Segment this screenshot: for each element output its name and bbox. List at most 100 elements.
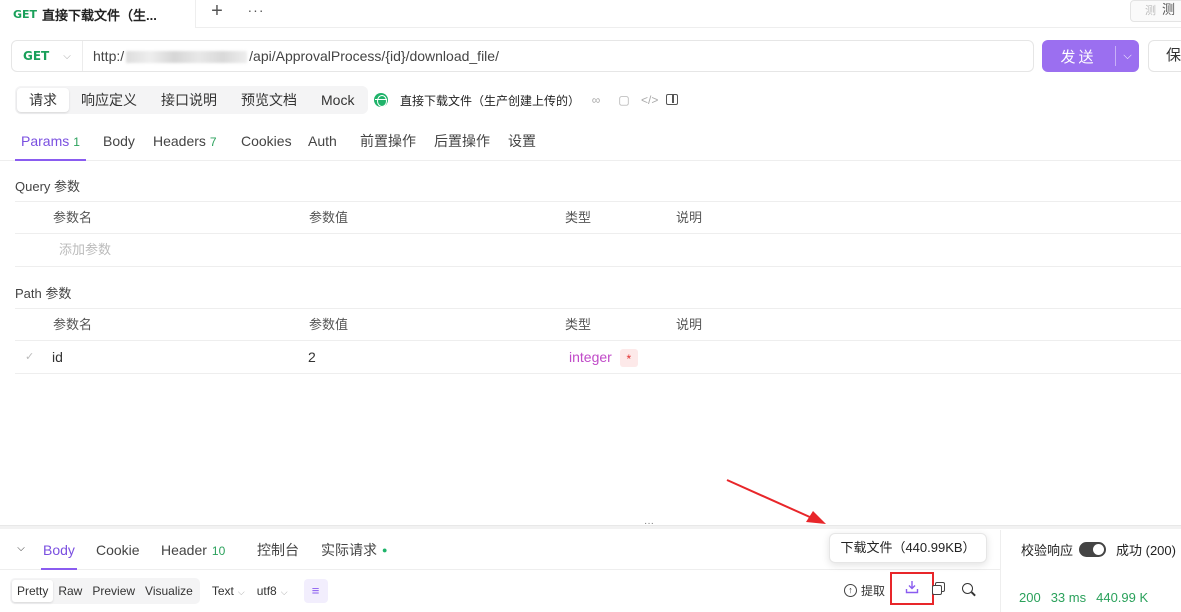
method-select[interactable]: GET ⌵ <box>12 41 83 71</box>
response-metrics: 200 33 ms 440.99 K <box>1019 590 1158 610</box>
tab-post-processors[interactable]: 后置操作 <box>434 121 490 161</box>
column-type: 类型 <box>565 317 592 332</box>
param-name[interactable]: id <box>52 341 63 373</box>
tab-pre-processors[interactable]: 前置操作 <box>360 121 416 161</box>
resp-tab-body[interactable]: Body <box>41 530 77 570</box>
params-count: 1 <box>73 135 80 149</box>
search-icon[interactable] <box>962 583 976 597</box>
encoding-select[interactable]: utf8 ⌵ <box>257 584 288 598</box>
column-value: 参数值 <box>309 317 349 332</box>
column-name: 参数名 <box>53 317 93 332</box>
split-panel-icon[interactable] <box>666 94 678 105</box>
code-icon[interactable]: </> <box>641 93 658 107</box>
required-badge: * <box>619 349 638 368</box>
column-value: 参数值 <box>309 210 349 225</box>
link-icon[interactable]: ∞ <box>589 93 603 107</box>
headers-count: 7 <box>209 135 217 149</box>
copy-icon[interactable]: ▢ <box>617 93 631 107</box>
response-format-row: Pretty Raw Preview Visualize Text ⌵ utf8 ⌵… <box>10 578 328 604</box>
url-input[interactable]: http:/ /api/ApprovalProcess/{id}/download… <box>93 41 499 71</box>
subtab-api-description[interactable]: 接口说明 <box>149 88 229 112</box>
globe-icon <box>374 93 388 107</box>
table-row: ✓ id 2 integer * <box>15 341 1181 374</box>
subtab-response-definition[interactable]: 响应定义 <box>69 88 149 112</box>
chevron-down-icon: ⌵ <box>237 587 245 597</box>
query-table-header: 参数名 参数值 类型 说明 <box>15 201 1181 234</box>
format-raw[interactable]: Raw <box>53 580 87 602</box>
download-file-button[interactable] <box>890 572 934 605</box>
resp-tab-header[interactable]: Header 10 <box>161 530 225 570</box>
resp-tab-cookie[interactable]: Cookie <box>96 530 140 570</box>
validate-toggle[interactable] <box>1079 542 1107 557</box>
format-pretty[interactable]: Pretty <box>12 580 54 602</box>
chevron-down-icon: ⌵ <box>280 587 288 597</box>
method-value: GET <box>23 49 50 63</box>
resp-tab-console[interactable]: 控制台 <box>257 530 299 570</box>
success-status[interactable]: 成功 (200) <box>1116 540 1176 559</box>
api-name[interactable]: 直接下载文件（生产创建上传的） <box>400 92 580 109</box>
copy-response-icon[interactable] <box>932 582 946 596</box>
validate-response-row: 校验响应 成功 (200) <box>1021 540 1176 559</box>
download-tooltip: 下载文件（440.99KB） <box>829 533 987 563</box>
status-code: 200 <box>1019 590 1041 605</box>
extract-icon: ↑ <box>844 584 857 597</box>
column-type: 类型 <box>565 210 592 225</box>
param-value[interactable]: 2 <box>308 341 316 373</box>
format-segmented-control: Pretty Raw Preview Visualize <box>10 578 200 604</box>
tab-settings[interactable]: 设置 <box>508 121 536 161</box>
tab-auth[interactable]: Auth <box>308 121 337 161</box>
download-icon <box>903 580 921 598</box>
panel-resize-divider[interactable] <box>0 525 1181 529</box>
redacted-host <box>126 51 248 64</box>
encoding-value: utf8 <box>256 584 277 598</box>
path-section-title: Path 参数 <box>15 286 72 301</box>
param-type[interactable]: integer * <box>569 341 638 373</box>
resp-tab-actual-request[interactable]: 实际请求 ● <box>321 530 387 570</box>
request-tab-active[interactable]: GET 直接下载文件（生... <box>0 0 196 28</box>
request-subtabs: 请求 响应定义 接口说明 预览文档 Mock <box>15 86 369 114</box>
tab-cookies[interactable]: Cookies <box>241 121 292 161</box>
add-tab-button[interactable]: + <box>207 0 227 24</box>
column-desc: 说明 <box>676 210 703 225</box>
tab-params[interactable]: Params 1 <box>15 121 86 161</box>
subtab-mock[interactable]: Mock <box>309 88 366 112</box>
extract-button[interactable]: ↑ 提取 <box>844 582 885 599</box>
test-button-label: 测 <box>1162 2 1176 17</box>
api-name-row: 直接下载文件（生产创建上传的） <box>374 90 580 110</box>
header-count: 10 <box>211 544 226 558</box>
tab-headers[interactable]: Headers 7 <box>153 121 217 161</box>
url-prefix: http:/ <box>93 48 125 64</box>
test-button[interactable]: 测测 <box>1130 0 1181 22</box>
row-enabled-checkbox[interactable]: ✓ <box>25 341 34 373</box>
response-size: 440.99 K <box>1096 590 1149 605</box>
url-bar: GET ⌵ http:/ /api/ApprovalProcess/{id}/do… <box>11 40 1034 72</box>
subtab-request[interactable]: 请求 <box>17 88 69 112</box>
content-type-value: Text <box>211 584 234 598</box>
tab-body[interactable]: Body <box>103 121 135 161</box>
save-button[interactable]: 保 <box>1148 40 1181 72</box>
send-button-label: 发送 <box>1060 48 1097 66</box>
param-type-value: integer <box>569 349 612 365</box>
drag-handle-icon[interactable]: ··· <box>641 519 657 530</box>
wrap-lines-icon[interactable]: ≡ <box>303 579 328 603</box>
send-button[interactable]: 发送 ⌵ <box>1042 40 1139 72</box>
resp-tab-actual-label: 实际请求 <box>321 542 377 558</box>
chevron-down-icon[interactable]: ⌵ <box>1116 50 1139 63</box>
more-tabs-button[interactable]: ··· <box>246 0 266 24</box>
format-preview[interactable]: Preview <box>87 580 140 602</box>
subtab-preview-doc[interactable]: 预览文档 <box>229 88 309 112</box>
format-visualize[interactable]: Visualize <box>140 580 198 602</box>
extract-label: 提取 <box>861 584 886 598</box>
test-icon: 测 <box>1145 5 1156 17</box>
tab-method-tag: GET <box>13 7 38 21</box>
resp-tab-header-label: Header <box>161 542 207 558</box>
status-dot-icon: ● <box>382 545 388 555</box>
query-section-title: Query 参数 <box>15 179 81 194</box>
param-tabs: Params 1 Body Headers 7 Cookies Auth 前置操作 … <box>0 121 1181 161</box>
chevron-down-icon: ⌵ <box>63 50 71 62</box>
response-status-panel: 校验响应 成功 (200) 200 33 ms 440.99 K <box>1000 530 1181 612</box>
content-type-select[interactable]: Text ⌵ <box>212 584 245 598</box>
add-param-input[interactable]: 添加参数 <box>59 234 111 266</box>
path-table-header: 参数名 参数值 类型 说明 <box>15 308 1181 341</box>
tab-headers-label: Headers <box>153 133 206 149</box>
